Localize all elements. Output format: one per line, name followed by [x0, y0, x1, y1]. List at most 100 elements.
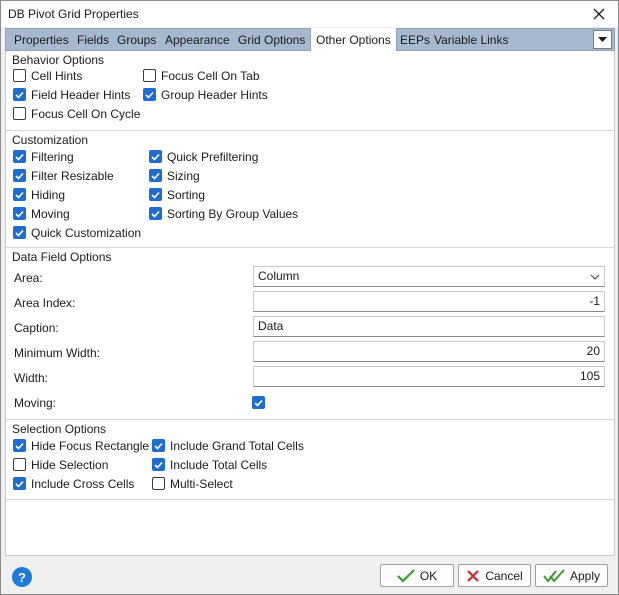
checkbox-label: Multi-Select — [170, 476, 233, 491]
chevron-down-icon — [590, 274, 600, 280]
tab-appearance[interactable]: Appearance — [165, 29, 230, 51]
group-separator — [6, 419, 614, 420]
checkmark-icon — [252, 396, 265, 409]
dialog-window: DB Pivot Grid Properties Properties Fiel… — [0, 0, 619, 595]
area-index-input[interactable]: -1 — [253, 291, 605, 312]
group-separator — [6, 247, 614, 248]
group-separator — [6, 499, 614, 500]
group-separator — [6, 130, 614, 131]
area-index-label: Area Index: — [14, 296, 76, 310]
hide-focus-rectangle-checkbox[interactable]: Hide Focus Rectangle — [13, 437, 149, 454]
moving-checkbox[interactable]: Moving — [13, 205, 70, 222]
help-icon[interactable]: ? — [12, 567, 32, 587]
window-title: DB Pivot Grid Properties — [8, 7, 139, 21]
width-label: Width: — [14, 371, 49, 385]
tab-overflow-button[interactable] — [593, 30, 612, 49]
filter-resizable-checkbox[interactable]: Filter Resizable — [13, 167, 114, 184]
tab-variable-links[interactable]: Variable Links — [434, 29, 508, 51]
checkmark-icon — [149, 150, 162, 163]
checkbox-label: Quick Customization — [31, 225, 142, 240]
tab-eeps[interactable]: EEPs — [400, 29, 430, 51]
close-icon — [466, 569, 480, 583]
focus-cell-on-cycle-checkbox[interactable]: Focus Cell On Cycle — [13, 105, 140, 122]
triangle-down-icon — [598, 36, 607, 42]
checkbox-box — [13, 69, 26, 82]
checkmark-icon — [149, 188, 162, 201]
area-select[interactable]: Column — [253, 266, 605, 287]
sorting-by-group-values-checkbox[interactable]: Sorting By Group Values — [149, 205, 298, 222]
checkmark-icon — [13, 207, 26, 220]
sizing-checkbox[interactable]: Sizing — [149, 167, 200, 184]
moving-label: Moving: — [14, 396, 57, 410]
apply-label: Apply — [569, 568, 601, 583]
checkbox-label: Field Header Hints — [31, 87, 131, 102]
hide-selection-checkbox[interactable]: Hide Selection — [13, 456, 108, 473]
checkbox-box — [143, 69, 156, 82]
checkmark-icon — [13, 477, 26, 490]
checkbox-label: Hide Focus Rectangle — [31, 438, 150, 453]
checkbox-label: Sorting By Group Values — [167, 206, 299, 221]
tab-properties[interactable]: Properties — [14, 29, 69, 51]
field-header-hints-checkbox[interactable]: Field Header Hints — [13, 86, 130, 103]
data-field-options-title: Data Field Options — [12, 250, 112, 264]
close-button[interactable] — [586, 3, 612, 25]
checkmark-icon — [13, 169, 26, 182]
checkbox-label: Include Total Cells — [170, 457, 268, 472]
checkbox-label: Include Grand Total Cells — [170, 438, 304, 453]
dialog-footer: ? OK Cancel Apply — [1, 557, 618, 594]
minimum-width-label: Minimum Width: — [14, 346, 101, 360]
sorting-checkbox[interactable]: Sorting — [149, 186, 205, 203]
area-label: Area: — [14, 271, 43, 285]
ok-label: OK — [419, 568, 438, 583]
checkbox-box — [13, 458, 26, 471]
checkbox-label: Hide Selection — [31, 457, 109, 472]
title-bar: DB Pivot Grid Properties — [1, 1, 618, 27]
double-checkmark-icon — [543, 568, 565, 583]
checkbox-box — [13, 107, 26, 120]
checkmark-icon — [397, 568, 415, 583]
checkmark-icon — [143, 88, 156, 101]
selection-options-title: Selection Options — [12, 422, 107, 436]
checkmark-icon — [13, 226, 26, 239]
customization-title: Customization — [12, 133, 89, 147]
apply-button[interactable]: Apply — [535, 564, 608, 587]
behavior-options-title: Behavior Options — [12, 53, 105, 67]
include-cross-cells-checkbox[interactable]: Include Cross Cells — [13, 475, 134, 492]
multi-select-checkbox[interactable]: Multi-Select — [152, 475, 233, 492]
cell-hints-checkbox[interactable]: Cell Hints — [13, 67, 82, 84]
tab-content-panel: Behavior Options Cell Hints Focus Cell O… — [5, 51, 615, 556]
group-header-hints-checkbox[interactable]: Group Header Hints — [143, 86, 268, 103]
tab-groups[interactable]: Groups — [117, 29, 156, 51]
checkbox-label: Filtering — [31, 149, 74, 164]
checkbox-label: Cell Hints — [31, 68, 83, 83]
area-value: Column — [258, 269, 300, 283]
tab-fields[interactable]: Fields — [77, 29, 109, 51]
cancel-label: Cancel — [485, 568, 523, 583]
checkbox-label: Focus Cell On Cycle — [31, 106, 141, 121]
checkbox-label: Hiding — [31, 187, 66, 202]
close-icon — [593, 8, 605, 20]
cancel-button[interactable]: Cancel — [458, 564, 531, 587]
quick-customization-checkbox[interactable]: Quick Customization — [13, 224, 141, 241]
checkmark-icon — [149, 207, 162, 220]
caption-label: Caption: — [14, 321, 59, 335]
checkbox-label: Moving — [31, 206, 70, 221]
ok-button[interactable]: OK — [380, 564, 454, 587]
data-field-moving-checkbox[interactable] — [252, 394, 270, 411]
include-total-cells-checkbox[interactable]: Include Total Cells — [152, 456, 267, 473]
caption-input[interactable]: Data — [253, 316, 605, 337]
checkmark-icon — [152, 439, 165, 452]
checkbox-box — [152, 477, 165, 490]
hiding-checkbox[interactable]: Hiding — [13, 186, 65, 203]
quick-prefiltering-checkbox[interactable]: Quick Prefiltering — [149, 148, 258, 165]
tab-other-options[interactable]: Other Options — [310, 28, 397, 52]
checkbox-label: Filter Resizable — [31, 168, 114, 183]
tab-grid-options[interactable]: Grid Options — [238, 29, 305, 51]
focus-cell-on-tab-checkbox[interactable]: Focus Cell On Tab — [143, 67, 260, 84]
checkmark-icon — [152, 458, 165, 471]
minimum-width-input[interactable]: 20 — [253, 341, 605, 362]
width-input[interactable]: 105 — [253, 366, 605, 387]
checkmark-icon — [13, 188, 26, 201]
filtering-checkbox[interactable]: Filtering — [13, 148, 74, 165]
include-grand-total-cells-checkbox[interactable]: Include Grand Total Cells — [152, 437, 304, 454]
